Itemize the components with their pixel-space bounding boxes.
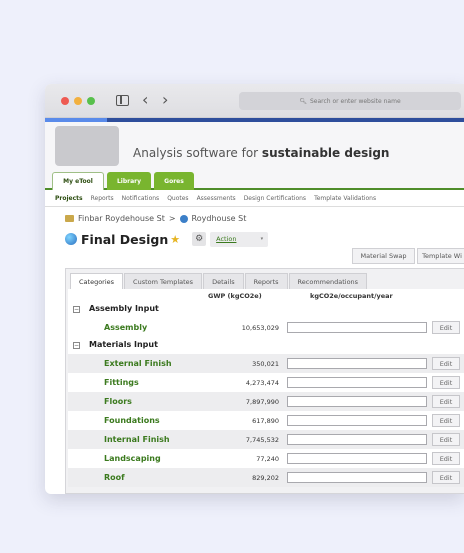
address-bar[interactable]: 🔍︎ Search or enter website name: [239, 92, 461, 110]
edit-button[interactable]: Edit: [432, 414, 460, 427]
gwp-value: 7,745,532: [245, 436, 279, 444]
gwp-value: 4,273,474: [245, 379, 279, 387]
category-link[interactable]: Fittings: [104, 378, 139, 387]
table-row: Roof 829,202 Edit: [68, 468, 464, 487]
forward-arrow-icon[interactable]: ›: [162, 91, 168, 109]
per-occupant-bar: [287, 415, 427, 426]
group-row-assembly-input: − Assembly Input: [68, 301, 464, 318]
gwp-value: 77,240: [256, 455, 279, 463]
material-swap-button[interactable]: Material Swap: [352, 248, 415, 264]
collapse-icon[interactable]: −: [73, 342, 80, 349]
chevron-down-icon: ▾: [260, 236, 264, 242]
breadcrumb-project[interactable]: Finbar Roydehouse St: [78, 214, 165, 223]
action-label: Action: [216, 235, 237, 243]
browser-toolbar: ‹ › 🔍︎ Search or enter website name: [45, 84, 464, 118]
tab-my-etool[interactable]: My eTool: [52, 172, 104, 190]
group-row-materials-input: − Materials Input: [68, 337, 464, 354]
action-dropdown[interactable]: Action ▾: [210, 231, 269, 247]
subnav-notifications[interactable]: Notifications: [122, 195, 160, 202]
table-row: Floors 7,897,990 Edit: [68, 392, 464, 411]
edit-button[interactable]: Edit: [432, 452, 460, 465]
star-icon[interactable]: ★: [170, 233, 180, 246]
close-window-button[interactable]: [61, 97, 69, 105]
folder-icon: [65, 215, 74, 222]
tab-reports[interactable]: Reports: [244, 273, 288, 289]
app-header: Analysis software for sustainable design: [45, 122, 464, 170]
per-occupant-bar: [287, 377, 427, 388]
per-occupant-bar: [287, 472, 427, 483]
globe-icon: [179, 214, 188, 223]
minimize-window-button[interactable]: [74, 97, 82, 105]
per-occupant-bar: [287, 396, 427, 407]
category-link[interactable]: Landscaping: [104, 454, 161, 463]
edit-button[interactable]: Edit: [432, 395, 460, 408]
per-occupant-bar: [287, 322, 427, 333]
subnav-design-certifications[interactable]: Design Certifications: [244, 195, 306, 202]
app-logo: [55, 126, 119, 166]
breadcrumb: Finbar Roydehouse St > Roydhouse St: [65, 214, 246, 223]
tab-library[interactable]: Library: [107, 172, 151, 190]
subnav-quotes[interactable]: Quotes: [167, 195, 188, 202]
gwp-value: 350,021: [252, 360, 279, 368]
gwp-value: 829,202: [252, 474, 279, 482]
address-placeholder: Search or enter website name: [309, 97, 401, 105]
sidebar-toggle-icon[interactable]: [116, 95, 129, 106]
main-tabs: My eTool Library Gores: [45, 170, 464, 190]
search-icon: 🔍︎: [299, 97, 307, 105]
tab-custom-templates[interactable]: Custom Templates: [124, 273, 203, 289]
gwp-value: 7,897,990: [245, 398, 279, 406]
per-occupant-bar: [287, 453, 427, 464]
table-row: Landscaping 77,240 Edit: [68, 449, 464, 468]
per-occupant-bar: [287, 358, 427, 369]
column-header-gwp: GWP (kgCO2e): [208, 292, 262, 300]
category-link[interactable]: Roof: [104, 473, 125, 482]
subnav-reports[interactable]: Reports: [91, 195, 114, 202]
browser-window: ‹ › 🔍︎ Search or enter website name Anal…: [45, 84, 464, 494]
breadcrumb-separator: >: [168, 214, 176, 223]
table-row: Fittings 4,273,474 Edit: [68, 373, 464, 392]
gear-icon[interactable]: ⚙: [192, 232, 207, 246]
subnav-template-validations[interactable]: Template Validations: [314, 195, 376, 202]
tab-recommendations[interactable]: Recommendations: [288, 273, 368, 289]
template-wizard-button[interactable]: Template Wi: [417, 248, 464, 264]
tab-gores[interactable]: Gores: [154, 172, 194, 190]
gwp-value: 10,653,029: [241, 324, 279, 332]
table-row: Foundations 617,890 Edit: [68, 411, 464, 430]
page-title-row: Final Design ★ ⚙ Action ▾: [65, 230, 269, 248]
per-occupant-bar: [287, 434, 427, 445]
subnav-projects[interactable]: Projects: [55, 195, 83, 202]
edit-button[interactable]: Edit: [432, 433, 460, 446]
tab-details[interactable]: Details: [203, 273, 244, 289]
breadcrumb-site[interactable]: Roydhouse St: [192, 214, 247, 223]
category-link[interactable]: Foundations: [104, 416, 160, 425]
gwp-value: 617,890: [252, 417, 279, 425]
sub-navigation: Projects Reports Notifications Quotes As…: [45, 190, 464, 207]
column-header-per-occupant: kgCO2e/occupant/year: [310, 292, 393, 300]
edit-button[interactable]: Edit: [432, 376, 460, 389]
collapse-icon[interactable]: −: [73, 306, 80, 313]
category-link[interactable]: Floors: [104, 397, 132, 406]
table-header: GWP (kgCO2e) kgCO2e/occupant/year: [68, 289, 464, 301]
category-link[interactable]: External Finish: [104, 359, 172, 368]
table-row: Assembly 10,653,029 Edit: [68, 318, 464, 337]
group-name: Materials Input: [89, 340, 158, 349]
maximize-window-button[interactable]: [87, 97, 95, 105]
subnav-assessments[interactable]: Assessments: [197, 195, 236, 202]
design-globe-icon: [65, 233, 77, 245]
table-row: External Finish 350,021 Edit: [68, 354, 464, 373]
back-arrow-icon[interactable]: ‹: [142, 91, 148, 109]
edit-button[interactable]: Edit: [432, 357, 460, 370]
categories-table: − Assembly Input Assembly 10,653,029 Edi…: [68, 301, 464, 487]
category-link[interactable]: Internal Finish: [104, 435, 170, 444]
panel-tabs: Categories Custom Templates Details Repo…: [70, 273, 368, 289]
edit-button[interactable]: Edit: [432, 321, 460, 334]
table-row: Internal Finish 7,745,532 Edit: [68, 430, 464, 449]
app-tagline: Analysis software for sustainable design: [133, 146, 390, 160]
categories-panel: Categories Custom Templates Details Repo…: [65, 268, 464, 494]
edit-button[interactable]: Edit: [432, 471, 460, 484]
category-link[interactable]: Assembly: [104, 323, 147, 332]
page-title: Final Design: [81, 231, 169, 247]
group-name: Assembly Input: [89, 304, 159, 313]
tab-categories[interactable]: Categories: [70, 273, 124, 289]
